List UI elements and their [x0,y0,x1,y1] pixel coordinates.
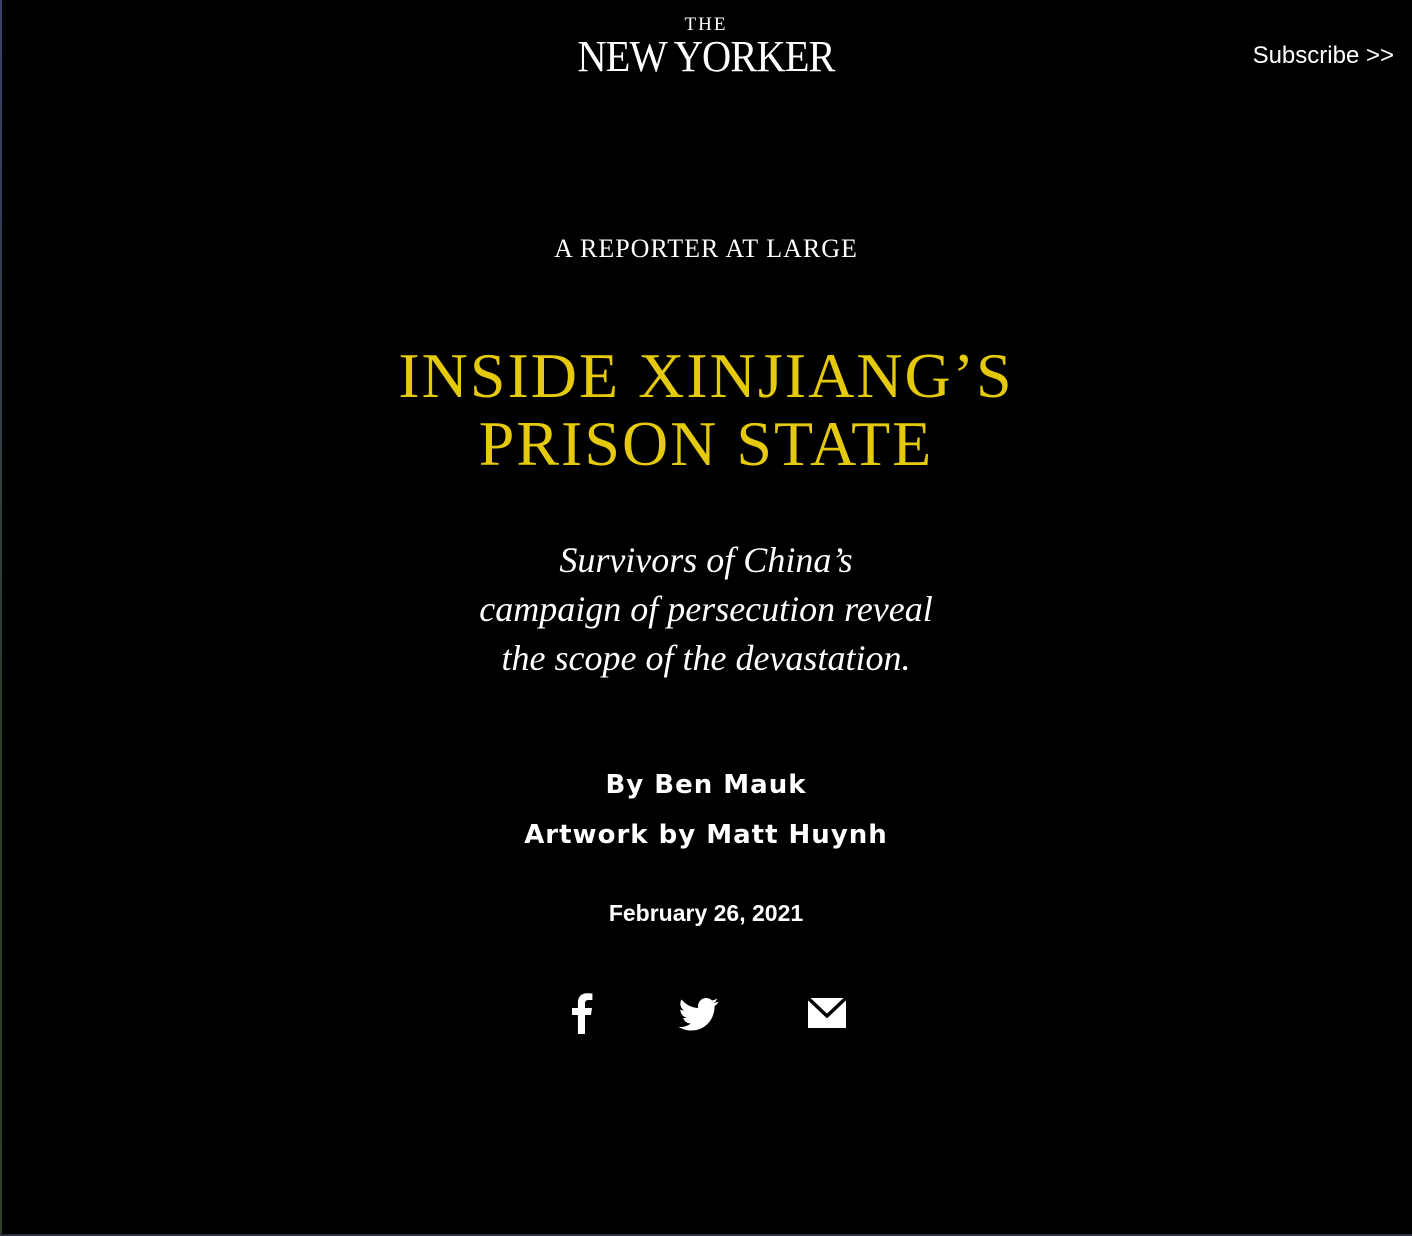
twitter-icon[interactable] [678,994,720,1034]
article-hero: THE NEW YORKER Subscribe >> A REPORTER A… [0,0,1412,1236]
publish-date: February 26, 2021 [608,900,804,926]
email-icon[interactable] [806,996,848,1030]
masthead-logo[interactable]: THE NEW YORKER [0,14,1412,81]
masthead-name: NEW YORKER [577,32,835,81]
share-bar [0,990,1412,1036]
dek-line-3: the scope of the devastation. [501,638,911,678]
dek: Survivors of China’s campaign of persecu… [0,536,1412,683]
dek-line-2: campaign of persecution reveal [479,589,933,629]
facebook-icon[interactable] [564,990,600,1034]
subscribe-link[interactable]: Subscribe >> [1253,42,1394,70]
artwork-credit[interactable]: Artwork by Matt Huynh [0,810,1412,860]
rubric[interactable]: A REPORTER AT LARGE [0,234,1412,264]
byline: By Ben Mauk Artwork by Matt Huynh [0,760,1412,860]
author-byline[interactable]: By Ben Mauk [0,760,1412,810]
headline: INSIDE XINJIANG’S PRISON STATE [0,342,1412,478]
headline-line-2: PRISON STATE [478,408,934,479]
headline-line-1: INSIDE XINJIANG’S [398,340,1014,411]
dek-line-1: Survivors of China’s [559,540,853,580]
